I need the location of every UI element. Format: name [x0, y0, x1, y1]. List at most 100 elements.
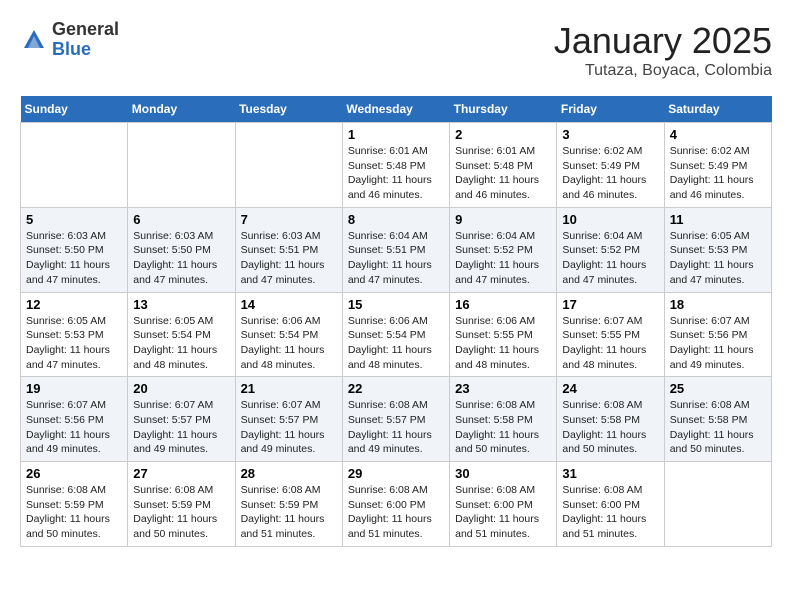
calendar-cell: 7 Sunrise: 6:03 AM Sunset: 5:51 PM Daylig… — [235, 207, 342, 292]
day-info: Sunrise: 6:05 AM Sunset: 5:54 PM Dayligh… — [133, 314, 229, 373]
day-info: Sunrise: 6:01 AM Sunset: 5:48 PM Dayligh… — [455, 144, 551, 203]
page-header: General Blue January 2025 Tutaza, Boyaca… — [20, 20, 772, 80]
day-info: Sunrise: 6:03 AM Sunset: 5:51 PM Dayligh… — [241, 229, 337, 288]
calendar-cell — [21, 123, 128, 208]
calendar-cell: 21 Sunrise: 6:07 AM Sunset: 5:57 PM Dayli… — [235, 377, 342, 462]
day-info: Sunrise: 6:07 AM Sunset: 5:57 PM Dayligh… — [241, 398, 337, 457]
weekday-header: Tuesday — [235, 96, 342, 123]
day-number: 13 — [133, 297, 229, 312]
weekday-header: Sunday — [21, 96, 128, 123]
calendar-cell: 2 Sunrise: 6:01 AM Sunset: 5:48 PM Daylig… — [450, 123, 557, 208]
day-number: 30 — [455, 466, 551, 481]
day-info: Sunrise: 6:08 AM Sunset: 5:59 PM Dayligh… — [241, 483, 337, 542]
day-info: Sunrise: 6:04 AM Sunset: 5:52 PM Dayligh… — [455, 229, 551, 288]
weekday-header-row: SundayMondayTuesdayWednesdayThursdayFrid… — [21, 96, 772, 123]
day-info: Sunrise: 6:03 AM Sunset: 5:50 PM Dayligh… — [133, 229, 229, 288]
day-number: 5 — [26, 212, 122, 227]
calendar-cell: 11 Sunrise: 6:05 AM Sunset: 5:53 PM Dayli… — [664, 207, 771, 292]
calendar-cell: 31Sunrise: 6:08 AM Sunset: 6:00 PM Dayli… — [557, 462, 664, 547]
day-info: Sunrise: 6:07 AM Sunset: 5:56 PM Dayligh… — [26, 398, 122, 457]
calendar-table: SundayMondayTuesdayWednesdayThursdayFrid… — [20, 96, 772, 547]
day-info: Sunrise: 6:08 AM Sunset: 6:00 PM Dayligh… — [348, 483, 444, 542]
day-number: 18 — [670, 297, 766, 312]
calendar-cell: 27Sunrise: 6:08 AM Sunset: 5:59 PM Dayli… — [128, 462, 235, 547]
day-number: 25 — [670, 381, 766, 396]
day-number: 2 — [455, 127, 551, 142]
day-number: 22 — [348, 381, 444, 396]
logo: General Blue — [20, 20, 119, 60]
weekday-header: Monday — [128, 96, 235, 123]
weekday-header: Friday — [557, 96, 664, 123]
calendar-cell: 10 Sunrise: 6:04 AM Sunset: 5:52 PM Dayli… — [557, 207, 664, 292]
day-info: Sunrise: 6:06 AM Sunset: 5:54 PM Dayligh… — [348, 314, 444, 373]
day-number: 21 — [241, 381, 337, 396]
day-number: 4 — [670, 127, 766, 142]
day-number: 20 — [133, 381, 229, 396]
day-info: Sunrise: 6:06 AM Sunset: 5:55 PM Dayligh… — [455, 314, 551, 373]
calendar-cell: 4 Sunrise: 6:02 AM Sunset: 5:49 PM Daylig… — [664, 123, 771, 208]
day-number: 17 — [562, 297, 658, 312]
day-info: Sunrise: 6:04 AM Sunset: 5:51 PM Dayligh… — [348, 229, 444, 288]
day-number: 8 — [348, 212, 444, 227]
calendar-cell: 26Sunrise: 6:08 AM Sunset: 5:59 PM Dayli… — [21, 462, 128, 547]
weekday-header: Saturday — [664, 96, 771, 123]
day-number: 9 — [455, 212, 551, 227]
day-info: Sunrise: 6:05 AM Sunset: 5:53 PM Dayligh… — [26, 314, 122, 373]
day-info: Sunrise: 6:02 AM Sunset: 5:49 PM Dayligh… — [562, 144, 658, 203]
calendar-week-row: 1Sunrise: 6:01 AM Sunset: 5:48 PM Daylig… — [21, 123, 772, 208]
calendar-cell: 8 Sunrise: 6:04 AM Sunset: 5:51 PM Daylig… — [342, 207, 449, 292]
day-number: 24 — [562, 381, 658, 396]
calendar-cell: 25Sunrise: 6:08 AM Sunset: 5:58 PM Dayli… — [664, 377, 771, 462]
day-number: 28 — [241, 466, 337, 481]
calendar-cell: 23Sunrise: 6:08 AM Sunset: 5:58 PM Dayli… — [450, 377, 557, 462]
calendar-cell: 20 Sunrise: 6:07 AM Sunset: 5:57 PM Dayli… — [128, 377, 235, 462]
weekday-header: Wednesday — [342, 96, 449, 123]
day-info: Sunrise: 6:06 AM Sunset: 5:54 PM Dayligh… — [241, 314, 337, 373]
calendar-cell: 14Sunrise: 6:06 AM Sunset: 5:54 PM Dayli… — [235, 292, 342, 377]
calendar-cell: 9 Sunrise: 6:04 AM Sunset: 5:52 PM Daylig… — [450, 207, 557, 292]
day-number: 16 — [455, 297, 551, 312]
calendar-cell: 30 Sunrise: 6:08 AM Sunset: 6:00 PM Dayli… — [450, 462, 557, 547]
calendar-cell: 1Sunrise: 6:01 AM Sunset: 5:48 PM Daylig… — [342, 123, 449, 208]
day-info: Sunrise: 6:08 AM Sunset: 5:57 PM Dayligh… — [348, 398, 444, 457]
day-info: Sunrise: 6:08 AM Sunset: 6:00 PM Dayligh… — [455, 483, 551, 542]
calendar-cell: 19Sunrise: 6:07 AM Sunset: 5:56 PM Dayli… — [21, 377, 128, 462]
calendar-cell: 16 Sunrise: 6:06 AM Sunset: 5:55 PM Dayli… — [450, 292, 557, 377]
day-number: 7 — [241, 212, 337, 227]
day-info: Sunrise: 6:05 AM Sunset: 5:53 PM Dayligh… — [670, 229, 766, 288]
day-number: 23 — [455, 381, 551, 396]
calendar-cell: 13 Sunrise: 6:05 AM Sunset: 5:54 PM Dayli… — [128, 292, 235, 377]
logo-text: General Blue — [52, 20, 119, 60]
day-number: 15 — [348, 297, 444, 312]
calendar-cell: 5 Sunrise: 6:03 AM Sunset: 5:50 PM Daylig… — [21, 207, 128, 292]
title-block: January 2025 Tutaza, Boyaca, Colombia — [554, 20, 772, 80]
day-info: Sunrise: 6:02 AM Sunset: 5:49 PM Dayligh… — [670, 144, 766, 203]
day-number: 26 — [26, 466, 122, 481]
calendar-week-row: 19Sunrise: 6:07 AM Sunset: 5:56 PM Dayli… — [21, 377, 772, 462]
calendar-cell — [664, 462, 771, 547]
day-info: Sunrise: 6:07 AM Sunset: 5:56 PM Dayligh… — [670, 314, 766, 373]
calendar-cell: 24Sunrise: 6:08 AM Sunset: 5:58 PM Dayli… — [557, 377, 664, 462]
month-title: January 2025 — [554, 20, 772, 62]
day-number: 6 — [133, 212, 229, 227]
calendar-cell: 29 Sunrise: 6:08 AM Sunset: 6:00 PM Dayli… — [342, 462, 449, 547]
calendar-cell: 15 Sunrise: 6:06 AM Sunset: 5:54 PM Dayli… — [342, 292, 449, 377]
calendar-week-row: 12Sunrise: 6:05 AM Sunset: 5:53 PM Dayli… — [21, 292, 772, 377]
day-number: 27 — [133, 466, 229, 481]
weekday-header: Thursday — [450, 96, 557, 123]
day-info: Sunrise: 6:01 AM Sunset: 5:48 PM Dayligh… — [348, 144, 444, 203]
day-number: 11 — [670, 212, 766, 227]
day-number: 10 — [562, 212, 658, 227]
day-info: Sunrise: 6:07 AM Sunset: 5:55 PM Dayligh… — [562, 314, 658, 373]
calendar-cell: 28 Sunrise: 6:08 AM Sunset: 5:59 PM Dayli… — [235, 462, 342, 547]
day-info: Sunrise: 6:03 AM Sunset: 5:50 PM Dayligh… — [26, 229, 122, 288]
day-info: Sunrise: 6:04 AM Sunset: 5:52 PM Dayligh… — [562, 229, 658, 288]
calendar-cell: 22 Sunrise: 6:08 AM Sunset: 5:57 PM Dayli… — [342, 377, 449, 462]
day-number: 31 — [562, 466, 658, 481]
logo-icon — [20, 26, 48, 54]
day-number: 3 — [562, 127, 658, 142]
day-info: Sunrise: 6:07 AM Sunset: 5:57 PM Dayligh… — [133, 398, 229, 457]
day-number: 29 — [348, 466, 444, 481]
calendar-cell — [235, 123, 342, 208]
calendar-cell — [128, 123, 235, 208]
